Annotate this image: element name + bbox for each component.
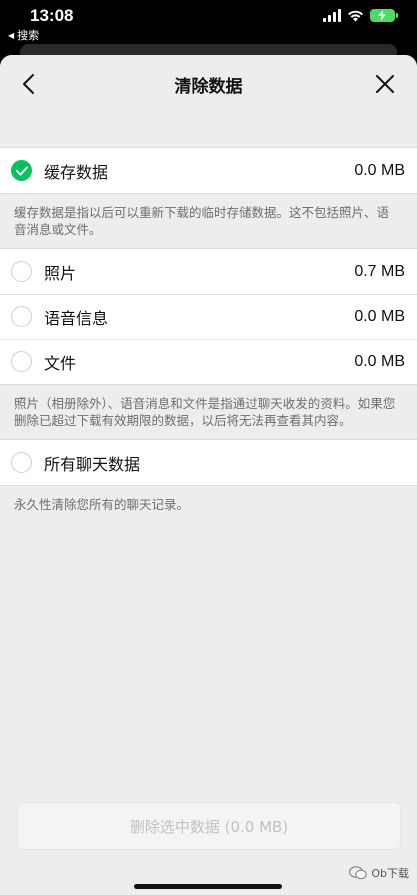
all-chats-group: 所有聊天数据 (0, 439, 417, 486)
all-chats-note: 永久性清除您所有的聊天记录。 (14, 497, 190, 512)
all-chats-row[interactable]: 所有聊天数据 (0, 440, 417, 485)
nav-bar: 清除数据 (0, 55, 417, 113)
cache-checkbox[interactable] (11, 160, 32, 181)
cache-data-row[interactable]: 缓存数据 0.0 MB (0, 148, 417, 193)
files-row[interactable]: 文件 0.0 MB (0, 339, 417, 384)
delete-selected-button[interactable]: 删除选中数据 (0.0 MB) (17, 802, 401, 850)
phone-screen: 13:08 ◀ 搜索 清除数据 缓存数据 0.0 MB 缓存数据是指以后可以重新… (0, 0, 417, 895)
cache-group: 缓存数据 0.0 MB (0, 147, 417, 194)
battery-charging-icon (370, 9, 398, 22)
watermark-text: Ob下载 (371, 867, 409, 880)
photos-size: 0.7 MB (354, 262, 405, 280)
voice-checkbox[interactable] (11, 306, 32, 327)
voice-label: 语音信息 (44, 308, 109, 328)
close-icon[interactable] (373, 72, 397, 96)
back-to-app-link[interactable]: ◀ 搜索 (8, 27, 39, 43)
status-icons (323, 9, 398, 22)
all-chats-checkbox[interactable] (11, 452, 32, 473)
page-title: 清除数据 (174, 77, 243, 97)
photos-row[interactable]: 照片 0.7 MB (0, 249, 417, 294)
files-checkbox[interactable] (11, 351, 32, 372)
cellular-signal-icon (323, 9, 341, 22)
cache-data-label: 缓存数据 (44, 162, 109, 182)
files-label: 文件 (44, 353, 77, 373)
check-icon (15, 166, 28, 175)
files-size: 0.0 MB (354, 352, 405, 370)
cache-data-size: 0.0 MB (354, 161, 405, 179)
watermark: Ob下载 (349, 865, 409, 881)
photos-checkbox[interactable] (11, 261, 32, 282)
voice-row[interactable]: 语音信息 0.0 MB (0, 294, 417, 339)
cache-note: 缓存数据是指以后可以重新下载的临时存储数据。这不包括照片、语音消息或文件。 (14, 205, 390, 237)
home-indicator[interactable] (134, 884, 282, 889)
wifi-icon (348, 10, 363, 22)
status-time: 13:08 (30, 6, 74, 25)
clear-data-sheet: 清除数据 缓存数据 0.0 MB 缓存数据是指以后可以重新下载的临时存储数据。这… (0, 55, 417, 895)
media-group: 照片 0.7 MB 语音信息 0.0 MB 文件 0.0 MB (0, 248, 417, 385)
wechat-logo-icon (349, 866, 368, 880)
media-note: 照片（相册除外）、语音消息和文件是指通过聊天收发的资料。如果您删除已超过下载有效… (14, 396, 396, 428)
voice-size: 0.0 MB (354, 307, 405, 325)
back-app-label: 搜索 (17, 29, 40, 42)
photos-label: 照片 (44, 263, 77, 283)
all-chats-label: 所有聊天数据 (44, 454, 141, 474)
back-triangle-icon: ◀ (8, 30, 15, 40)
status-bar: 13:08 ◀ 搜索 (0, 0, 417, 46)
